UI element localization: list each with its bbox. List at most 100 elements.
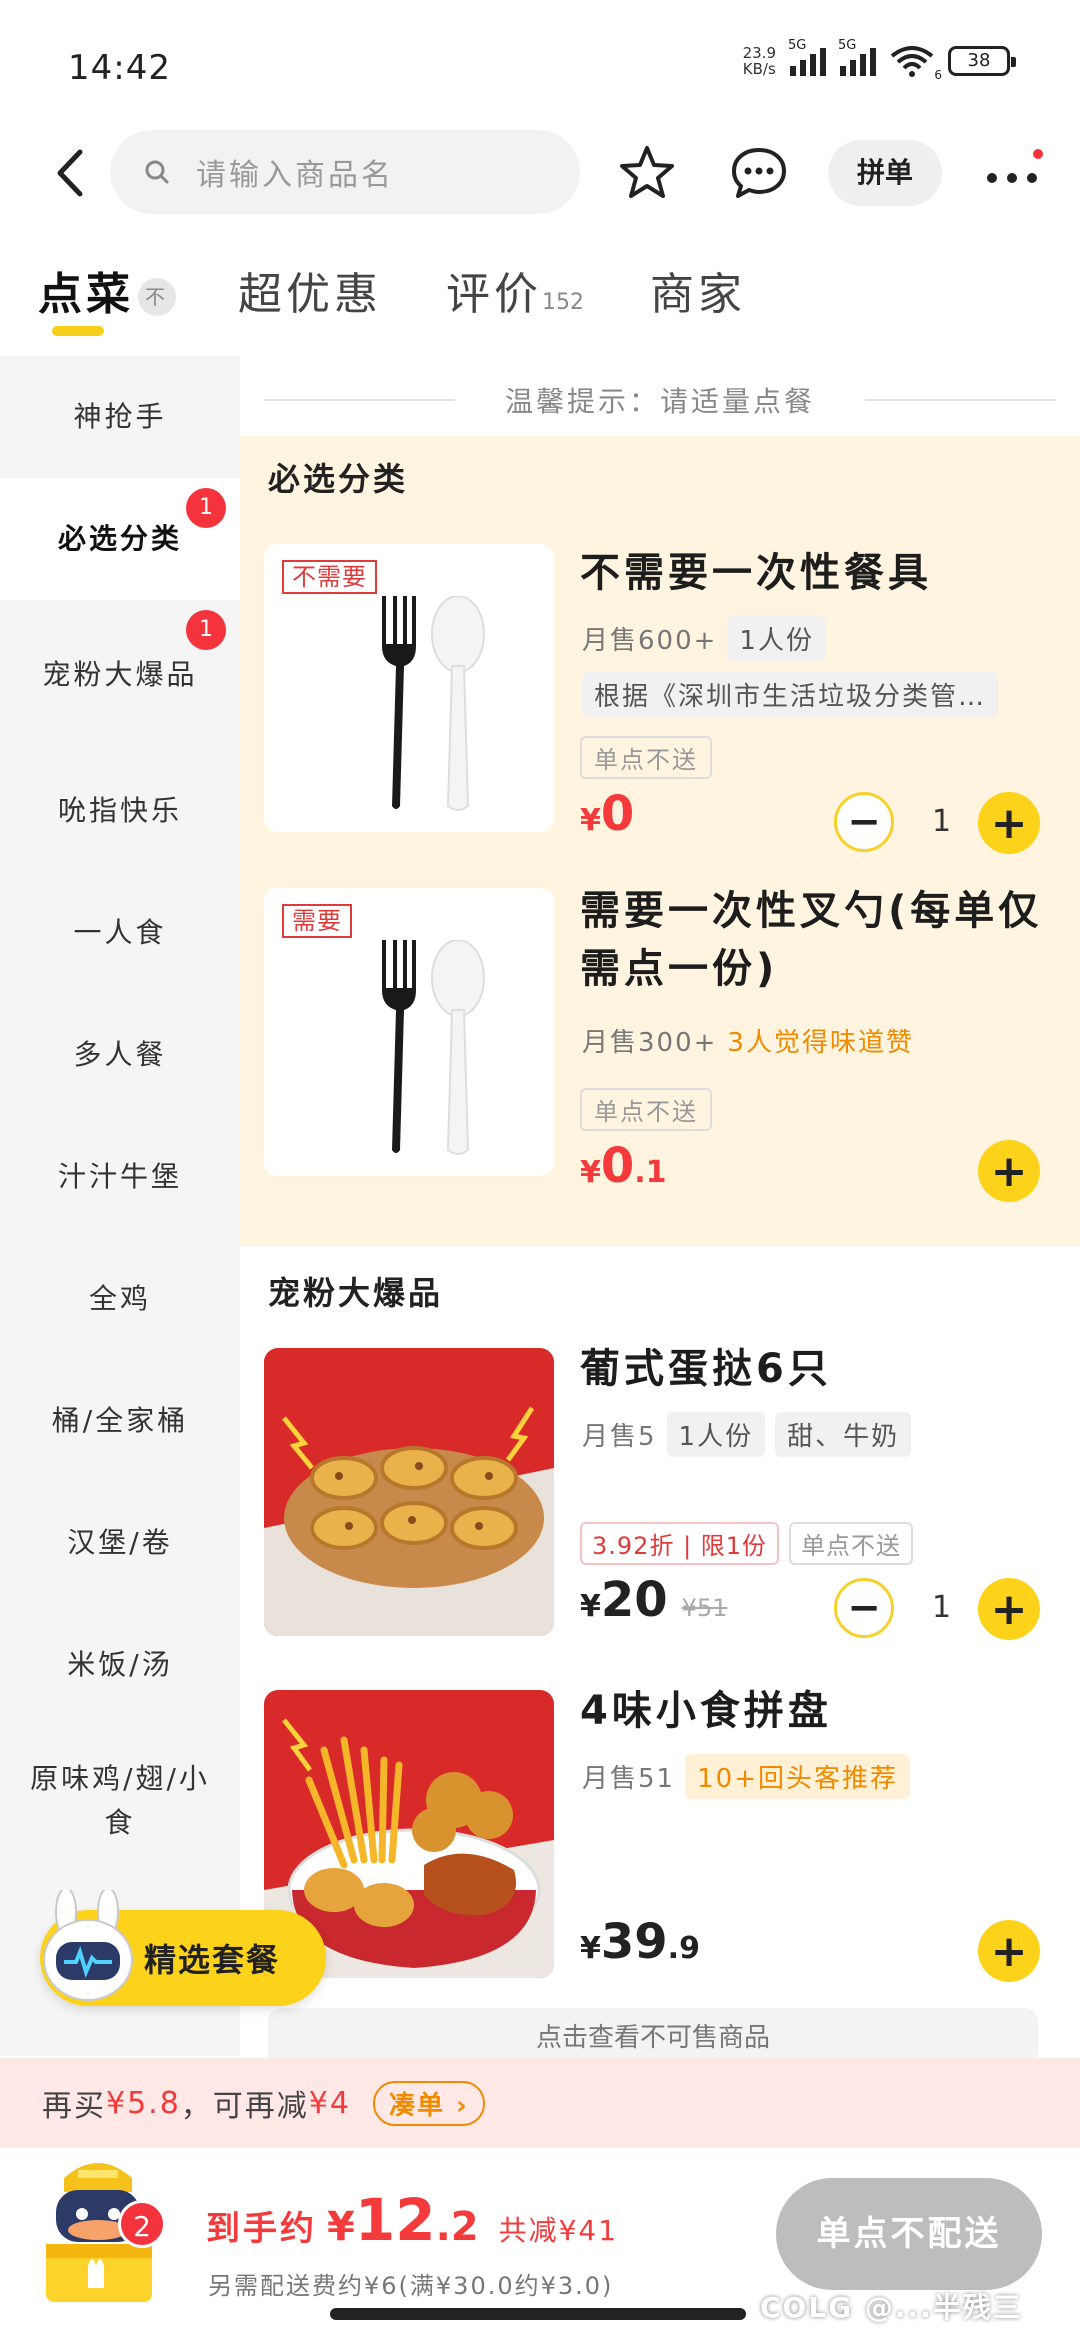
- product-meta: 月售51 10+回头客推荐: [582, 1754, 910, 1799]
- product-price: ¥39.9: [580, 1914, 700, 1970]
- cutlery-icon: [382, 596, 485, 811]
- tab-order-badge: 不: [138, 278, 176, 316]
- product-name: 4味小食拼盘: [580, 1688, 832, 1734]
- product-price: ¥0.1: [580, 1138, 667, 1194]
- delivery-fee-info: 另需配送费约¥6(满¥30.0约¥3.0): [208, 2272, 614, 2300]
- product-list: 温馨提示：请适量点餐 必选分类 不需要 不需要一次性餐具 月售600+ 1人份 …: [240, 356, 1080, 2068]
- featured-combo-button[interactable]: 精选套餐: [40, 1890, 326, 2006]
- add-to-cart-button[interactable]: +: [978, 792, 1040, 854]
- status-bar: 14:42 23.9 KB/s 5G 5G 6 38: [0, 0, 1080, 120]
- sidebar-item-flash[interactable]: 神抢手: [0, 356, 240, 478]
- tab-deals[interactable]: 超优惠: [238, 258, 382, 322]
- status-time: 14:42: [68, 48, 171, 88]
- portion-chip: 1人份: [727, 616, 826, 661]
- add-more-button[interactable]: 凑单 ›: [372, 2080, 485, 2126]
- original-price: ¥51: [681, 1594, 728, 1622]
- praise-text: 3人觉得味道赞: [727, 1028, 914, 1058]
- product-name: 需要一次性叉勺(每单仅需点一份): [580, 888, 1043, 992]
- home-indicator[interactable]: [330, 2308, 746, 2320]
- more-dots-icon: [987, 149, 1043, 183]
- watermark: COLG @...半残三: [760, 2291, 1023, 2324]
- product-name: 不需要一次性餐具: [580, 550, 932, 596]
- add-to-cart-button[interactable]: +: [978, 1578, 1040, 1640]
- category-sidebar: 神抢手 必选分类 1 宠粉大爆品 1 吮指快乐 一人食 多人餐 汁汁牛堡 全鸡 桶/…: [0, 356, 240, 2056]
- wifi-icon: 6: [890, 44, 942, 82]
- section-title: 宠粉大爆品: [268, 1274, 444, 1312]
- no-single-delivery-tag: 单点不送: [580, 736, 712, 779]
- sidebar-item-required[interactable]: 必选分类 1: [0, 478, 240, 600]
- battery-icon: 38: [948, 46, 1016, 76]
- total-saved: 共减¥41: [498, 2214, 619, 2247]
- product-price: ¥0: [580, 786, 635, 842]
- quantity-value: 1: [932, 1590, 952, 1625]
- back-button[interactable]: [48, 146, 92, 200]
- decrease-quantity-button[interactable]: −: [834, 1578, 894, 1638]
- egg-tart-image: [264, 1348, 554, 1636]
- tab-active-indicator: [52, 326, 104, 336]
- robot-mascot-icon: [43, 1890, 133, 2001]
- product-image[interactable]: 不需要: [264, 544, 554, 832]
- image-tag: 不需要: [282, 560, 377, 594]
- tip-banner: 温馨提示：请适量点餐: [264, 370, 1057, 430]
- search-placeholder: 请输入商品名: [196, 158, 394, 193]
- cutlery-icon: [382, 940, 485, 1155]
- sidebar-item-whole-chicken[interactable]: 全鸡: [0, 1238, 240, 1360]
- decrease-quantity-button[interactable]: −: [834, 792, 894, 852]
- search-icon: [145, 160, 169, 184]
- more-button[interactable]: [984, 148, 1044, 198]
- status-icons: 23.9 KB/s 5G 5G 6 38: [742, 38, 1016, 82]
- checkout-button[interactable]: 单点不配送: [776, 2178, 1042, 2290]
- section-title: 必选分类: [268, 460, 409, 498]
- top-nav: 请输入商品名 拼单: [0, 128, 1080, 218]
- cart-count-badge: 2: [118, 2200, 166, 2248]
- portion-chip: 1人份: [666, 1412, 766, 1457]
- signal-icon: 5G: [788, 38, 826, 76]
- sidebar-item-single-meal[interactable]: 一人食: [0, 872, 240, 994]
- star-icon: [620, 146, 674, 198]
- sidebar-item-beef-burger[interactable]: 汁汁牛堡: [0, 1116, 240, 1238]
- message-button[interactable]: [728, 142, 790, 204]
- flavor-chip: 甜、牛奶: [775, 1412, 912, 1457]
- no-single-delivery-tag: 单点不送: [580, 1088, 712, 1131]
- sidebar-item-original-chicken[interactable]: 原味鸡/翅/小食: [0, 1726, 240, 1876]
- sidebar-item-hot[interactable]: 宠粉大爆品 1: [0, 600, 240, 750]
- promo-tags: 3.92折 | 限1份 单点不送: [580, 1522, 914, 1565]
- sidebar-badge: 1: [186, 488, 226, 528]
- sidebar-item-rice-soup[interactable]: 米饭/汤: [0, 1604, 240, 1726]
- add-to-cart-button[interactable]: +: [978, 1920, 1040, 1982]
- section-required: 必选分类 不需要 不需要一次性餐具 月售600+ 1人份 根据《深圳市生活垃圾分…: [240, 436, 1080, 1246]
- image-tag: 需要: [282, 904, 352, 938]
- product-image[interactable]: 新品: [264, 1348, 554, 1636]
- sidebar-badge: 1: [186, 610, 226, 650]
- chevron-left-icon: [57, 149, 83, 197]
- product-description: 根据《深圳市生活垃圾分类管…: [582, 672, 999, 717]
- product-name: 葡式蛋挞6只: [580, 1346, 832, 1392]
- recommend-chip: 10+回头客推荐: [685, 1754, 910, 1799]
- group-order-button[interactable]: 拼单: [828, 140, 942, 206]
- signal-icon-2: 5G: [838, 38, 876, 76]
- tab-reviews[interactable]: 评价152: [446, 258, 584, 322]
- product-price: ¥20 ¥51: [580, 1572, 728, 1628]
- product-meta: 月售600+ 1人份: [582, 616, 826, 661]
- total-price: 到手约 ¥12.2 共减¥41: [206, 2186, 619, 2254]
- product-image[interactable]: 需要: [264, 888, 554, 1176]
- discount-tag: 3.92折 | 限1份: [580, 1522, 780, 1565]
- sidebar-item-bucket[interactable]: 桶/全家桶: [0, 1360, 240, 1482]
- tab-order[interactable]: 点菜不: [38, 258, 176, 336]
- search-input[interactable]: 请输入商品名: [110, 130, 580, 214]
- sidebar-item-finger-lickin[interactable]: 吮指快乐: [0, 750, 240, 872]
- chat-bubble-icon: [732, 148, 786, 198]
- quantity-value: 1: [932, 804, 952, 839]
- sidebar-item-group-meal[interactable]: 多人餐: [0, 994, 240, 1116]
- review-count: 152: [542, 290, 584, 315]
- tab-bar: 点菜不 超优惠 评价152 商家: [0, 258, 1080, 348]
- product-meta: 月售300+ 3人觉得味道赞: [582, 1022, 914, 1059]
- net-speed: 23.9 KB/s: [742, 44, 776, 78]
- tab-merchant[interactable]: 商家: [650, 258, 746, 322]
- sidebar-item-burger-wrap[interactable]: 汉堡/卷: [0, 1482, 240, 1604]
- promotion-bar: 再买 ¥5.8 ，可再减 ¥4 凑单 ›: [0, 2058, 1080, 2148]
- favorite-button[interactable]: [616, 142, 678, 204]
- no-single-delivery-tag: 单点不送: [789, 1522, 914, 1565]
- add-to-cart-button[interactable]: +: [978, 1140, 1040, 1202]
- product-meta: 月售5 1人份 甜、牛奶: [582, 1412, 912, 1457]
